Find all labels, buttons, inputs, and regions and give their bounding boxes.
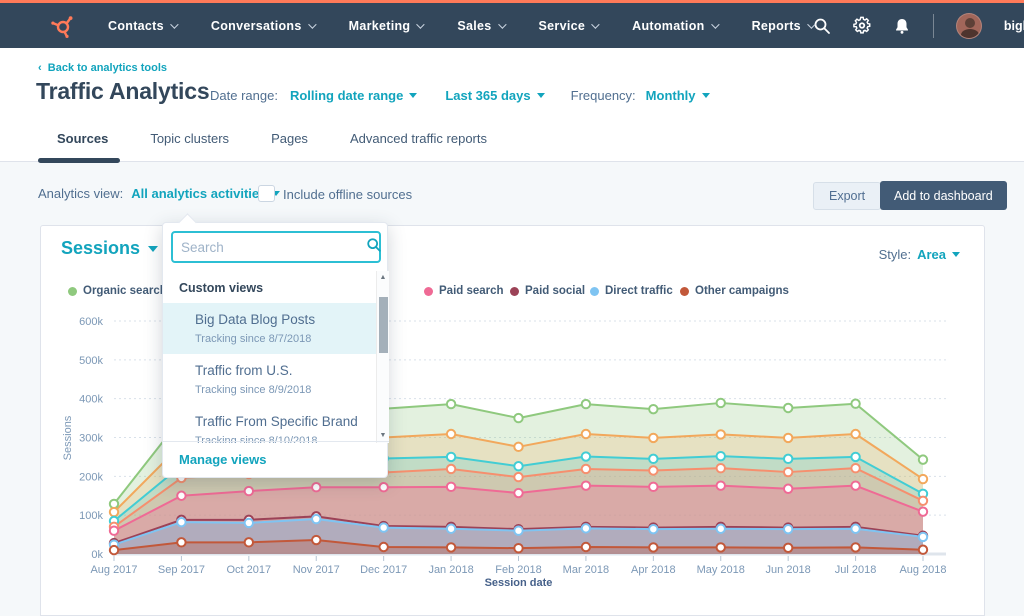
chevron-down-icon: [170, 20, 178, 28]
search-icon[interactable]: [813, 17, 831, 35]
svg-text:May 2018: May 2018: [697, 564, 745, 576]
style-dropdown[interactable]: Area: [917, 247, 960, 262]
nav-item-sales[interactable]: Sales: [457, 19, 503, 33]
date-range-dropdown[interactable]: Rolling date range: [290, 88, 417, 103]
nav-menu: Contacts Conversations Marketing Sales S…: [108, 19, 813, 33]
svg-text:Aug 2018: Aug 2018: [899, 564, 946, 576]
chevron-down-icon: [591, 20, 599, 28]
svg-text:Nov 2017: Nov 2017: [293, 564, 340, 576]
svg-text:Jan 2018: Jan 2018: [428, 564, 473, 576]
svg-text:Apr 2018: Apr 2018: [631, 564, 676, 576]
svg-text:Oct 2017: Oct 2017: [227, 564, 272, 576]
caret-down-icon: [702, 93, 710, 98]
report-toolbar: Analytics view: All analytics activities…: [0, 178, 1024, 214]
scroll-up-icon[interactable]: ▲: [377, 273, 389, 283]
date-controls: Date range: Rolling date range Last 365 …: [210, 88, 710, 103]
search-icon[interactable]: [366, 237, 382, 258]
tab-sources[interactable]: Sources: [57, 131, 108, 161]
main-nav: Contacts Conversations Marketing Sales S…: [0, 3, 1024, 48]
nav-item-automation[interactable]: Automation: [632, 19, 716, 33]
caret-down-icon: [409, 93, 417, 98]
account-menu[interactable]: biglytics.net: [1004, 19, 1024, 33]
svg-text:400k: 400k: [79, 394, 103, 406]
popover-caret: [178, 213, 196, 231]
custom-views-list: Custom views Big Data Blog Posts Trackin…: [163, 271, 389, 443]
analytics-view-popover: Custom views Big Data Blog Posts Trackin…: [162, 222, 388, 478]
view-option-traffic-from-specific-brand[interactable]: Traffic From Specific Brand Tracking sin…: [163, 405, 376, 443]
svg-text:Feb 2018: Feb 2018: [495, 564, 541, 576]
svg-text:0k: 0k: [91, 549, 103, 561]
svg-text:500k: 500k: [79, 355, 103, 367]
manage-views-link[interactable]: Manage views: [179, 452, 266, 467]
svg-text:100k: 100k: [79, 510, 103, 522]
frequency-dropdown[interactable]: Monthly: [646, 88, 710, 103]
caret-down-icon: [952, 252, 960, 257]
user-avatar[interactable]: [956, 13, 982, 39]
nav-divider: [933, 14, 934, 38]
nav-right-cluster: biglytics.net: [813, 13, 1024, 39]
caret-down-icon: [148, 246, 158, 252]
tab-topic-clusters[interactable]: Topic clusters: [150, 131, 229, 161]
include-offline-sources-checkbox[interactable]: [258, 185, 275, 202]
svg-text:Dec 2017: Dec 2017: [360, 564, 407, 576]
svg-text:Mar 2018: Mar 2018: [563, 564, 609, 576]
svg-text:Session date: Session date: [485, 577, 553, 589]
svg-text:Sep 2017: Sep 2017: [158, 564, 205, 576]
svg-text:Sessions: Sessions: [62, 415, 74, 460]
nav-item-reports[interactable]: Reports: [752, 19, 813, 33]
popover-footer: Manage views: [163, 441, 389, 477]
notifications-bell-icon[interactable]: [893, 17, 911, 35]
frequency-label: Frequency:: [571, 88, 636, 103]
page-title: Traffic Analytics: [36, 78, 209, 105]
tab-pages[interactable]: Pages: [271, 131, 308, 161]
report-tabs: Sources Topic clusters Pages Advanced tr…: [57, 131, 487, 161]
style-label: Style:: [879, 247, 912, 262]
svg-text:Jul 2018: Jul 2018: [835, 564, 877, 576]
page-header: ‹ Back to analytics tools Traffic Analyt…: [0, 48, 1024, 162]
nav-item-service[interactable]: Service: [539, 19, 598, 33]
chevron-down-icon: [498, 20, 506, 28]
chevron-down-icon: [711, 20, 719, 28]
metric-dropdown[interactable]: Sessions: [61, 238, 158, 259]
caret-down-icon: [537, 93, 545, 98]
svg-text:600k: 600k: [79, 316, 103, 328]
date-period-dropdown[interactable]: Last 365 days: [445, 88, 544, 103]
back-to-analytics-link[interactable]: ‹ Back to analytics tools: [38, 62, 167, 74]
analytics-view-label: Analytics view:: [38, 186, 123, 201]
scrollbar[interactable]: ▲ ▼: [376, 271, 389, 443]
gear-icon[interactable]: [853, 17, 871, 35]
active-tab-indicator: [38, 158, 120, 163]
svg-text:Jun 2018: Jun 2018: [766, 564, 811, 576]
scroll-down-icon[interactable]: ▼: [377, 431, 389, 441]
date-range-label: Date range:: [210, 88, 278, 103]
nav-item-marketing[interactable]: Marketing: [349, 19, 423, 33]
chevron-down-icon: [308, 20, 316, 28]
export-button[interactable]: Export: [813, 182, 881, 210]
view-search-input[interactable]: [173, 240, 366, 255]
view-search-box: [171, 231, 381, 263]
nav-item-contacts[interactable]: Contacts: [108, 19, 176, 33]
scrollbar-thumb[interactable]: [379, 297, 388, 353]
view-option-traffic-from-us[interactable]: Traffic from U.S. Tracking since 8/9/201…: [163, 354, 376, 405]
tab-advanced-traffic-reports[interactable]: Advanced traffic reports: [350, 131, 487, 161]
svg-text:300k: 300k: [79, 433, 103, 445]
add-to-dashboard-button[interactable]: Add to dashboard: [880, 181, 1007, 210]
hubspot-sprocket-logo[interactable]: [50, 13, 76, 39]
chevron-down-icon: [417, 20, 425, 28]
svg-text:200k: 200k: [79, 471, 103, 483]
include-offline-sources-label: Include offline sources: [283, 187, 412, 202]
nav-item-conversations[interactable]: Conversations: [211, 19, 314, 33]
traffic-analytics-page: Contacts Conversations Marketing Sales S…: [0, 0, 1024, 616]
svg-text:Aug 2017: Aug 2017: [90, 564, 137, 576]
custom-views-header: Custom views: [163, 271, 389, 303]
view-option-big-data-blog-posts[interactable]: Big Data Blog Posts Tracking since 8/7/2…: [163, 303, 376, 354]
